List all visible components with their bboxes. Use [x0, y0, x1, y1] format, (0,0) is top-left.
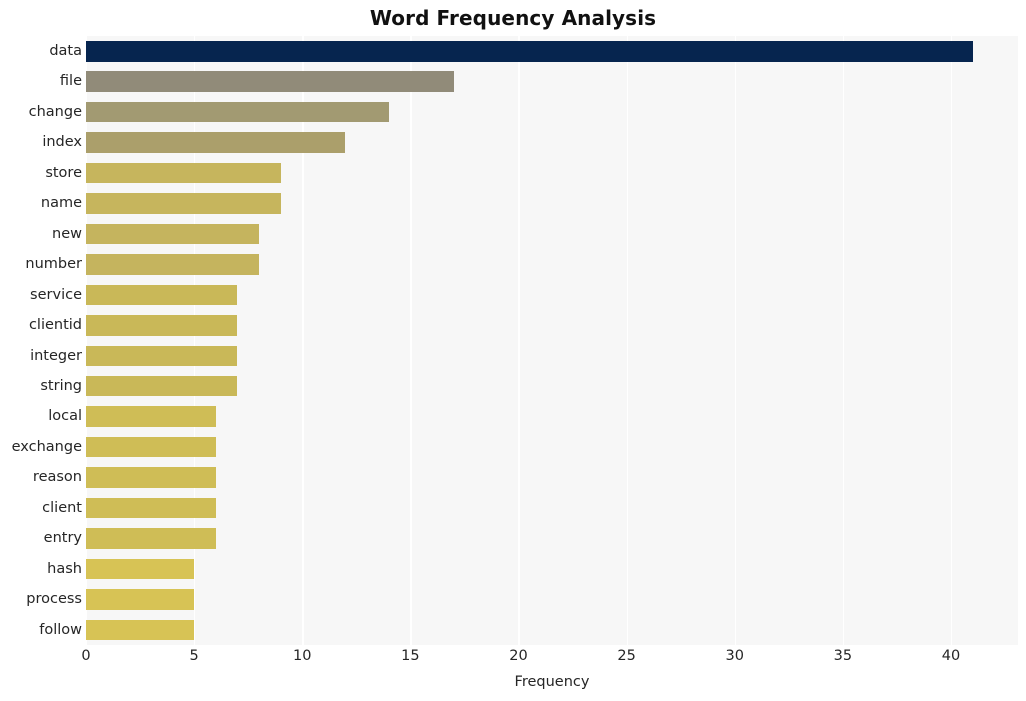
y-axis-label-client: client — [42, 499, 82, 516]
bar-row — [86, 371, 1018, 401]
bar-change — [86, 101, 389, 123]
bar-row — [86, 158, 1018, 188]
bar-reason — [86, 467, 216, 488]
word-frequency-chart-figure: Word Frequency Analysis data file change in… — [0, 0, 1026, 701]
bar-new — [86, 223, 259, 245]
y-axis-label-local: local — [48, 408, 82, 425]
plot-area — [86, 36, 1018, 645]
y-axis-label-index: index — [42, 134, 82, 151]
y-axis-labels: data file change index store name new number ser… — [0, 36, 82, 645]
y-axis-label-data: data — [49, 43, 82, 59]
bar-row — [86, 36, 1018, 66]
bar-number — [86, 254, 259, 275]
y-axis-label-follow: follow — [39, 621, 82, 638]
bar-name — [86, 193, 281, 214]
bar-row — [86, 188, 1018, 218]
bar-row — [86, 66, 1018, 96]
y-axis-label-integer: integer — [30, 347, 82, 364]
y-axis-label-service: service — [30, 286, 82, 303]
page-title: Word Frequency Analysis — [369, 6, 657, 30]
bar-process — [86, 589, 195, 610]
bar-row — [86, 523, 1018, 553]
x-axis-tick-5: 5 — [189, 648, 199, 664]
bar-exchange — [86, 436, 216, 458]
bar-data — [86, 41, 973, 62]
bar-clientid — [86, 315, 238, 336]
x-axis-tick-0: 0 — [81, 648, 91, 664]
bar-row — [86, 432, 1018, 462]
bars-layer — [86, 36, 1018, 645]
bar-row — [86, 462, 1018, 492]
bar-entry — [86, 528, 216, 549]
x-axis-tick-30: 30 — [725, 648, 744, 664]
x-axis-tick-25: 25 — [617, 648, 636, 664]
y-axis-label-change: change — [28, 103, 82, 120]
bar-row — [86, 584, 1018, 614]
bar-file — [86, 71, 454, 92]
bar-integer — [86, 345, 238, 366]
bar-row — [86, 249, 1018, 279]
y-axis-label-string: string — [40, 377, 82, 394]
x-axis-title: Frequency — [514, 674, 590, 690]
bar-hash — [86, 558, 195, 580]
y-axis-label-file: file — [59, 73, 82, 90]
bar-row — [86, 97, 1018, 127]
x-axis-tick-10: 10 — [293, 648, 312, 664]
bar-row — [86, 219, 1018, 249]
y-axis-label-reason: reason — [32, 469, 82, 486]
y-axis-label-process: process — [26, 591, 82, 608]
y-axis-label-name: name — [40, 195, 82, 212]
bar-row — [86, 615, 1018, 645]
bar-follow — [86, 619, 195, 641]
y-axis-label-number: number — [25, 256, 82, 273]
y-axis-label-exchange: exchange — [11, 438, 82, 455]
bar-row — [86, 310, 1018, 340]
x-axis-tick-35: 35 — [833, 648, 853, 664]
y-axis-label-store: store — [45, 164, 82, 181]
bar-row — [86, 493, 1018, 523]
bar-string — [86, 375, 238, 397]
y-axis-label-new: new — [52, 225, 82, 242]
x-axis-ticks: 0 5 10 15 20 25 30 35 40 — [0, 648, 1026, 670]
y-axis-label-entry: entry — [43, 530, 82, 547]
bar-row — [86, 554, 1018, 584]
bar-index — [86, 132, 346, 153]
x-axis-tick-15: 15 — [401, 648, 420, 664]
x-axis-tick-40: 40 — [941, 648, 961, 664]
bar-row — [86, 127, 1018, 157]
bar-service — [86, 284, 238, 306]
bar-row — [86, 341, 1018, 371]
x-axis-tick-20: 20 — [509, 648, 528, 664]
bar-local — [86, 406, 216, 427]
y-axis-label-clientid: clientid — [28, 317, 82, 334]
bar-store — [86, 162, 281, 184]
bar-client — [86, 497, 216, 519]
y-axis-label-hash: hash — [47, 560, 82, 577]
bar-row — [86, 401, 1018, 431]
bar-row — [86, 280, 1018, 310]
